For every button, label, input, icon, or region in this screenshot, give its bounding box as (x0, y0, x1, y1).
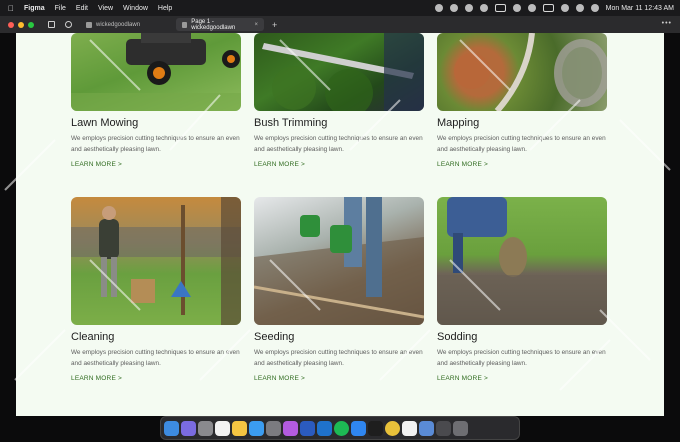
view-menu[interactable]: View (98, 5, 113, 12)
preview-icon[interactable] (419, 420, 434, 436)
search-status-icon[interactable] (449, 4, 458, 12)
spotify-icon[interactable] (334, 420, 349, 436)
status-area: Mon Mar 11 12:43 AM (434, 0, 674, 16)
photos-icon[interactable] (198, 420, 213, 436)
file-icon (86, 21, 92, 28)
lawn-mowing-photo (71, 33, 241, 111)
service-title: Mapping (437, 117, 480, 129)
app-menu: Figma File Edit View Window Help (24, 5, 172, 12)
service-card-cleaning: Cleaning We employs precision cutting te… (71, 197, 241, 389)
siri-icon[interactable] (590, 4, 599, 12)
service-card-lawn-mowing: Lawn Mowing We employs precision cutting… (71, 33, 241, 173)
appstore-icon[interactable] (351, 420, 366, 436)
learn-more-link[interactable]: LEARN MORE > (437, 375, 488, 382)
seeding-photo (254, 197, 424, 325)
minimize-window-icon[interactable] (18, 21, 24, 28)
outlook-icon[interactable] (317, 420, 332, 436)
moon-icon[interactable] (479, 4, 488, 12)
service-title: Lawn Mowing (71, 117, 139, 129)
tab-page1[interactable]: Page 1 - wickedgoodlawn × (176, 18, 265, 31)
file-menu[interactable]: File (55, 5, 66, 12)
community-icon[interactable] (65, 21, 72, 28)
podcasts-icon[interactable] (283, 420, 298, 436)
service-title: Seeding (254, 331, 295, 343)
window-menu[interactable]: Window (123, 5, 148, 12)
window-controls (8, 21, 34, 28)
edit-menu[interactable]: Edit (76, 5, 88, 12)
finder-icon[interactable] (164, 420, 179, 436)
close-tab-icon[interactable]: × (255, 22, 259, 28)
bluetooth-icon[interactable] (512, 4, 521, 12)
figma-icon[interactable] (368, 420, 383, 436)
macos-menu-bar:  Figma File Edit View Window Help Mon M… (0, 0, 680, 16)
cleaning-photo (71, 197, 241, 325)
learn-more-link[interactable]: LEARN MORE > (254, 161, 305, 168)
play-icon[interactable] (527, 4, 536, 12)
service-description: We employs precision cutting techniques … (254, 349, 423, 367)
macos-dock (160, 416, 520, 440)
more-options-icon[interactable]: ••• (662, 20, 672, 27)
word-icon[interactable] (300, 420, 315, 436)
wifi-icon[interactable] (560, 4, 569, 12)
keyboard-icon[interactable] (494, 4, 506, 12)
apple-icon[interactable]:  (8, 4, 18, 13)
service-description: We employs precision cutting techniques … (437, 349, 606, 367)
app-name-menu[interactable]: Figma (24, 5, 45, 12)
notes-icon[interactable] (232, 420, 247, 436)
home-icon[interactable] (48, 21, 55, 28)
service-description: We employs precision cutting techniques … (437, 135, 606, 153)
clock[interactable]: Mon Mar 11 12:43 AM (606, 5, 674, 12)
tab-label: wickedgoodlawn (96, 21, 141, 28)
launchpad-icon[interactable] (181, 420, 196, 436)
safari-icon[interactable] (249, 420, 264, 436)
service-description: We employs precision cutting techniques … (71, 349, 240, 367)
sodding-photo (437, 197, 607, 325)
battery-icon[interactable] (542, 4, 554, 12)
settings-icon[interactable] (266, 420, 281, 436)
service-card-bush-trimming: Bush Trimming We employs precision cutti… (254, 33, 424, 173)
tab-label: Page 1 - wickedgoodlawn (191, 18, 236, 31)
control-center-icon[interactable] (575, 4, 584, 12)
user-icon[interactable] (464, 4, 473, 12)
design-canvas[interactable]: Lawn Mowing We employs precision cutting… (16, 33, 664, 416)
files-icon[interactable] (436, 420, 451, 436)
mapping-photo (437, 33, 607, 111)
chrome-icon[interactable] (385, 420, 400, 436)
bush-trimming-photo (254, 33, 424, 111)
calendar-icon[interactable] (215, 420, 230, 436)
trash-icon[interactable] (453, 420, 468, 436)
service-card-mapping: Mapping We employs precision cutting tec… (437, 33, 607, 173)
record-icon[interactable] (434, 4, 443, 12)
help-menu[interactable]: Help (158, 5, 172, 12)
service-card-sodding: Sodding We employs precision cutting tec… (437, 197, 607, 389)
close-window-icon[interactable] (8, 21, 14, 28)
fullscreen-window-icon[interactable] (28, 21, 34, 28)
service-title: Sodding (437, 331, 478, 343)
tab-wickedgoodlawn[interactable]: wickedgoodlawn (80, 18, 146, 31)
learn-more-link[interactable]: LEARN MORE > (71, 161, 122, 168)
calendar2-icon[interactable] (402, 420, 417, 436)
figma-tab-bar: wickedgoodlawn Page 1 - wickedgoodlawn ×… (0, 16, 680, 33)
service-title: Cleaning (71, 331, 115, 343)
service-description: We employs precision cutting techniques … (71, 135, 240, 153)
learn-more-link[interactable]: LEARN MORE > (71, 375, 122, 382)
service-card-seeding: Seeding We employs precision cutting tec… (254, 197, 424, 389)
file-icon (182, 21, 188, 28)
service-description: We employs precision cutting techniques … (254, 135, 423, 153)
learn-more-link[interactable]: LEARN MORE > (437, 161, 488, 168)
new-tab-button[interactable]: + (272, 20, 277, 30)
service-title: Bush Trimming (254, 117, 328, 129)
learn-more-link[interactable]: LEARN MORE > (254, 375, 305, 382)
